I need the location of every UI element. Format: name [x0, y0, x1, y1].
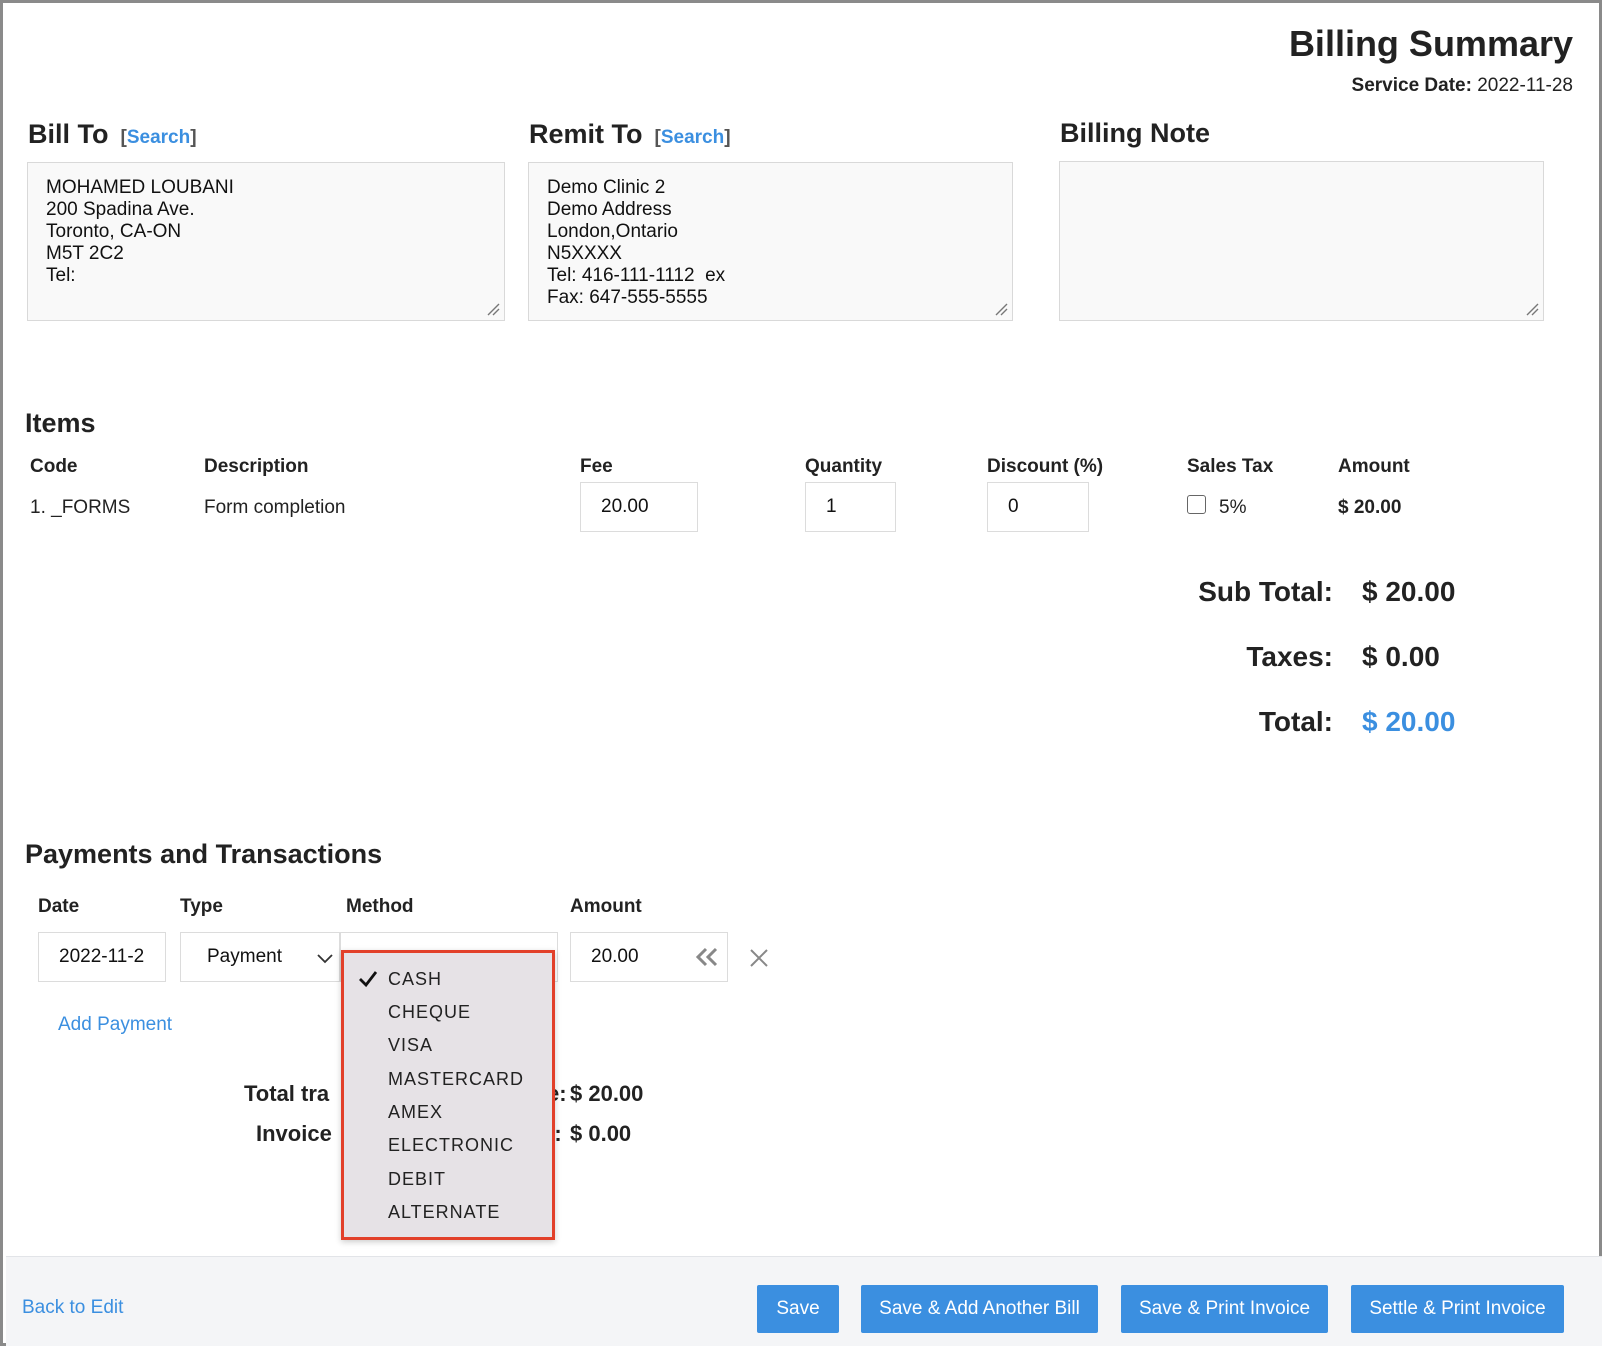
service-date-label: Service Date: [1351, 75, 1472, 96]
payment-type-select[interactable]: Payment [180, 932, 340, 982]
total-label: Total: [1258, 706, 1333, 737]
total-value: $ 20.00 [1362, 706, 1456, 737]
bill-to-line: Toronto, CA-ON [46, 221, 182, 242]
total-transactions-value: $ 20.00 [570, 1081, 644, 1106]
page-title: Billing Summary [1288, 23, 1573, 64]
method-option-cheque[interactable]: CHEQUE [388, 1002, 471, 1023]
payment-date-input[interactable]: 2022-11-2 [38, 932, 166, 982]
remit-to-line: London,Ontario [547, 221, 678, 242]
method-option-mastercard[interactable]: MASTERCARD [388, 1069, 524, 1090]
sub-total-value: $ 20.00 [1362, 576, 1456, 607]
payment-type-value: Payment [207, 946, 282, 967]
service-date-value: 2022-11-28 [1477, 75, 1573, 96]
col-payment-method: Method [346, 896, 414, 917]
fill-amount-icon[interactable] [695, 947, 719, 967]
sales-tax-checkbox[interactable] [1187, 495, 1206, 514]
sub-total-label: Sub Total: [1198, 576, 1333, 607]
save-add-another-bill-button[interactable]: Save & Add Another Bill [861, 1285, 1098, 1333]
chevron-down-icon [317, 954, 333, 964]
bill-to-heading: Bill To [28, 119, 109, 149]
remit-to-search: [Search] [654, 127, 731, 148]
bill-to-line: M5T 2C2 [46, 243, 124, 264]
remove-payment-icon[interactable] [748, 947, 770, 969]
col-amount: Amount [1338, 456, 1410, 477]
method-option-visa[interactable]: VISA [388, 1035, 433, 1056]
col-quantity: Quantity [805, 456, 883, 477]
method-option-electronic[interactable]: ELECTRONIC [388, 1135, 514, 1156]
method-option-alternate[interactable]: ALTERNATE [388, 1202, 500, 1223]
add-payment-link[interactable]: Add Payment [58, 1014, 172, 1036]
billing-note-heading: Billing Note [1060, 118, 1210, 148]
taxes-label: Taxes: [1246, 641, 1333, 672]
remit-to-header: Remit To [Search] [529, 119, 731, 150]
payment-method-dropdown: CASH CHEQUE VISA MASTERCARD AMEX ELECTRO… [341, 950, 555, 1240]
bill-to-search: [Search] [120, 127, 197, 148]
checkmark-icon [359, 971, 378, 988]
bill-to-header: Bill To [Search] [28, 119, 197, 150]
payments-heading: Payments and Transactions [25, 839, 383, 869]
remit-to-line: N5XXXX [547, 243, 622, 264]
method-option-amex[interactable]: AMEX [388, 1102, 443, 1123]
payment-amount-value: 20.00 [591, 946, 639, 967]
remit-to-line: Fax: 647-555-5555 [547, 287, 708, 308]
bill-to-textarea[interactable]: MOHAMED LOUBANI 200 Spadina Ave. Toronto… [27, 162, 505, 321]
settle-print-invoice-button[interactable]: Settle & Print Invoice [1351, 1285, 1564, 1333]
bill-to-search-link[interactable]: Search [127, 127, 190, 148]
col-description: Description [204, 456, 309, 477]
resize-handle-icon[interactable] [486, 302, 500, 316]
sales-tax-rate: 5% [1219, 497, 1247, 518]
item-code: 1. _FORMS [30, 497, 131, 518]
remit-to-textarea[interactable]: Demo Clinic 2 Demo Address London,Ontari… [528, 162, 1013, 321]
col-payment-date: Date [38, 896, 80, 917]
col-discount: Discount (%) [987, 456, 1104, 477]
remit-to-heading: Remit To [529, 119, 643, 149]
resize-handle-icon[interactable] [994, 302, 1008, 316]
resize-handle-icon[interactable] [1525, 302, 1539, 316]
payment-date-value: 2022-11-2 [59, 946, 145, 967]
method-option-cash[interactable]: CASH [388, 969, 442, 990]
save-button[interactable]: Save [757, 1285, 839, 1333]
bill-to-line: 200 Spadina Ave. [46, 199, 195, 220]
service-date: Service Date: 2022-11-28 [1352, 75, 1573, 97]
fee-input[interactable]: 20.00 [580, 482, 698, 532]
remit-to-search-link[interactable]: Search [661, 127, 724, 148]
remit-to-line: Tel: 416-111-1112 ex [547, 265, 726, 286]
taxes-value: $ 0.00 [1362, 641, 1440, 672]
invoice-balance-label: Invoice [256, 1121, 332, 1146]
quantity-value: 1 [826, 496, 837, 517]
fee-value: 20.00 [601, 496, 649, 517]
col-fee: Fee [580, 456, 613, 477]
discount-input[interactable]: 0 [987, 482, 1089, 532]
remit-to-line: Demo Clinic 2 [547, 177, 666, 198]
item-description: Form completion [204, 497, 346, 518]
col-sales-tax: Sales Tax [1187, 456, 1274, 477]
col-payment-amount: Amount [570, 896, 642, 917]
save-print-invoice-button[interactable]: Save & Print Invoice [1121, 1285, 1328, 1333]
discount-value: 0 [1008, 496, 1019, 517]
item-amount: $ 20.00 [1338, 497, 1402, 518]
remit-to-line: Demo Address [547, 199, 672, 220]
items-heading: Items [25, 408, 96, 438]
quantity-input[interactable]: 1 [805, 482, 896, 532]
bill-to-line: MOHAMED LOUBANI [46, 177, 234, 198]
footer-bar: Back to Edit Save Save & Add Another Bil… [6, 1256, 1602, 1346]
bill-to-line: Tel: [46, 265, 76, 286]
invoice-balance-value: $ 0.00 [570, 1121, 632, 1146]
billing-note-textarea[interactable] [1059, 161, 1544, 321]
total-transactions-label: Total tra [244, 1081, 330, 1106]
col-code: Code [30, 456, 78, 477]
method-option-debit[interactable]: DEBIT [388, 1169, 446, 1190]
col-payment-type: Type [180, 896, 223, 917]
billing-summary-page: Billing Summary Service Date: 2022-11-28… [0, 0, 1602, 1346]
back-to-edit-link[interactable]: Back to Edit [22, 1297, 123, 1319]
